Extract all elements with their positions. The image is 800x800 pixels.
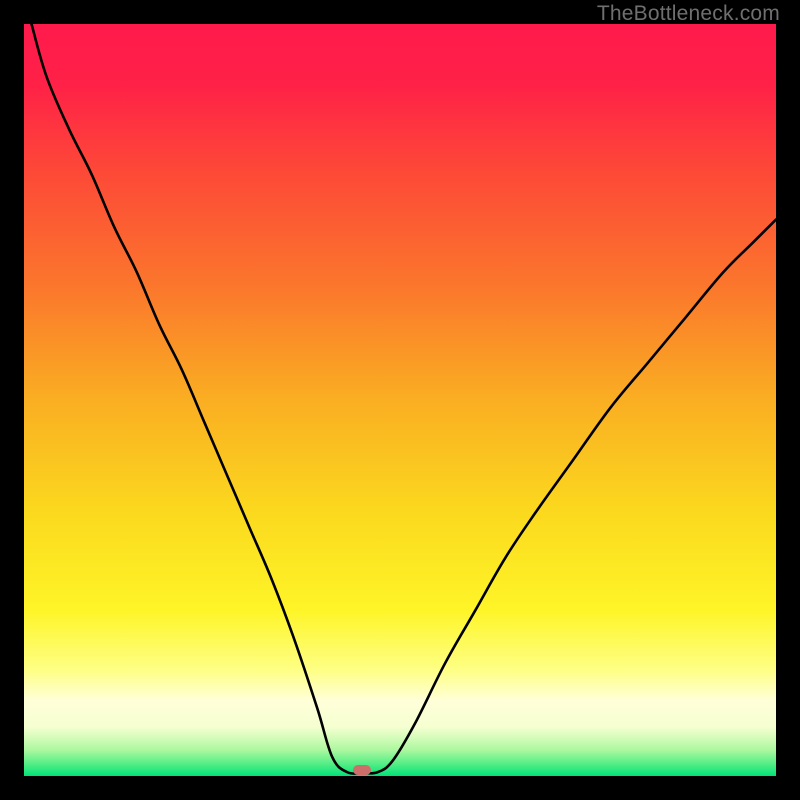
chart-frame: TheBottleneck.com [0,0,800,800]
watermark-text: TheBottleneck.com [597,2,780,26]
plot-area [24,24,776,776]
apex-marker [353,765,371,775]
bottleneck-curve [24,24,776,776]
